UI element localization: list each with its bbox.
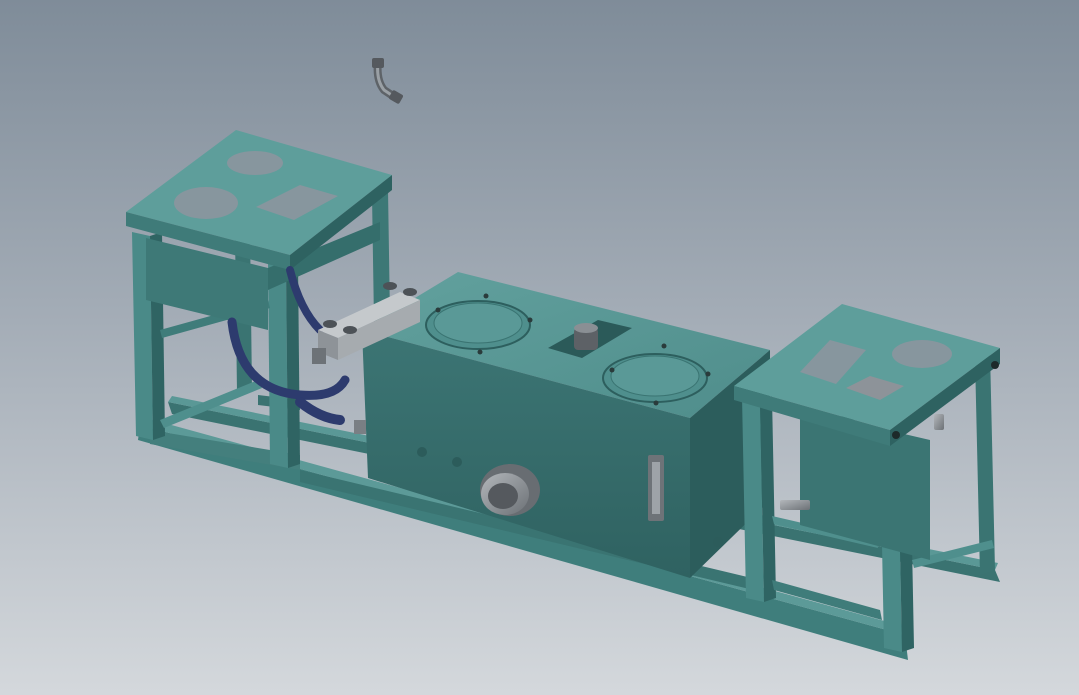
port-plug — [417, 447, 427, 457]
level-gauge[interactable] — [648, 455, 664, 521]
left-round-cutout-2 — [227, 151, 283, 175]
right-round-cutout — [892, 340, 952, 368]
tank-breather-cap[interactable] — [574, 323, 598, 350]
drain-plug — [713, 537, 723, 547]
cad-model-render[interactable] — [0, 0, 1079, 695]
right-fitting — [934, 414, 944, 430]
floating-elbow-fitting[interactable] — [372, 58, 404, 104]
hydraulic-tank[interactable] — [362, 272, 770, 578]
right-valve-fitting — [780, 500, 810, 510]
port-plug — [452, 457, 462, 467]
suction-port-fitting[interactable] — [480, 464, 540, 516]
left-round-cutout — [174, 187, 238, 219]
cad-viewport[interactable] — [0, 0, 1079, 695]
